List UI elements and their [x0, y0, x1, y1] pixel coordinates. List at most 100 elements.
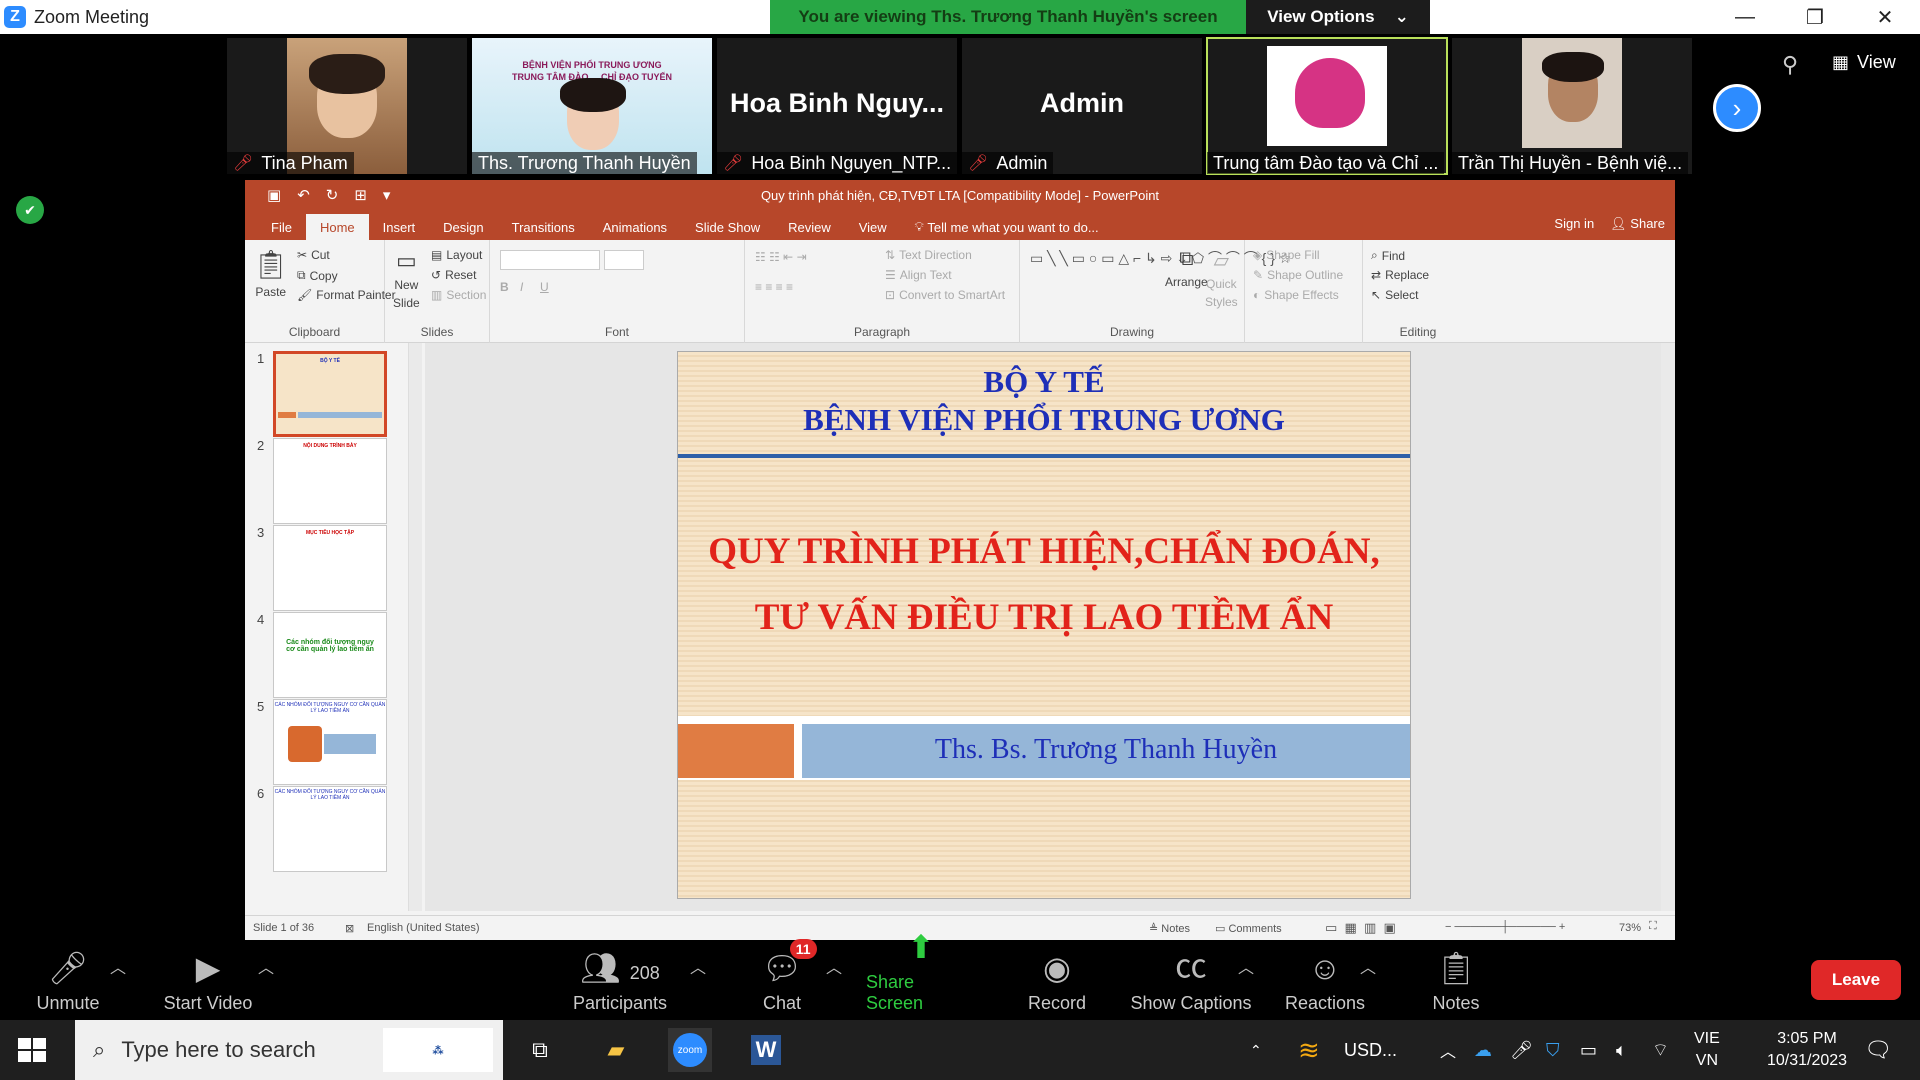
show-hidden-icons-icon[interactable]: ︿ — [1440, 1020, 1456, 1080]
leave-button[interactable]: Leave — [1811, 960, 1901, 1000]
tab-review[interactable]: Review — [774, 214, 845, 240]
zoom-level[interactable]: 73% — [1619, 922, 1641, 934]
slide-thumbnail[interactable]: MỤC TIÊU HỌC TẬP — [273, 525, 387, 611]
tab-home[interactable]: Home — [305, 214, 369, 240]
view-mode-icons[interactable]: ▭ ▦ ▥ ▣ — [1325, 920, 1396, 936]
underline-button[interactable]: U — [540, 280, 549, 294]
chat-caret-icon[interactable]: ︿ — [826, 954, 842, 978]
bullets-button[interactable]: ☷ ☷ ⇤ ⇥ — [755, 250, 807, 264]
notes-toggle[interactable]: ≜ Notes — [1149, 922, 1190, 935]
layout-button[interactable]: ▤ Layout — [431, 248, 482, 262]
slide-thumbnail[interactable]: Các nhóm đối tượng nguy cơ cần quản lý l… — [273, 612, 387, 698]
tab-slide-show[interactable]: Slide Show — [681, 214, 774, 240]
tab-design[interactable]: Design — [429, 214, 497, 240]
notes-button[interactable]: 📋︎ Notes — [1426, 940, 1486, 1020]
zoom-app-icon[interactable]: zoom — [668, 1028, 712, 1072]
share-screen-button[interactable]: ⬆ Share Screen — [866, 929, 976, 1020]
arrange-button[interactable]: ⧉ Arrange — [1165, 248, 1208, 289]
cut-button[interactable]: ✂ Cut — [297, 248, 330, 262]
word-app-icon[interactable]: W — [744, 1028, 788, 1072]
captions-caret-icon[interactable]: ︿ — [1238, 954, 1254, 978]
currency-widget[interactable]: USD... — [1344, 1020, 1397, 1080]
customize-icon[interactable]: ▾ — [383, 186, 391, 204]
battery-icon[interactable]: ▭ — [1580, 1020, 1597, 1080]
tab-transitions[interactable]: Transitions — [498, 214, 589, 240]
view-options-button[interactable]: View Options ⌄ — [1246, 0, 1430, 34]
file-explorer-icon[interactable]: ▰ — [594, 1028, 638, 1072]
redo-icon[interactable]: ↻ — [326, 186, 339, 204]
font-name-box[interactable] — [500, 250, 600, 270]
slide-thumbnail[interactable]: BỘ Y TẾ — [273, 351, 387, 437]
task-view-icon[interactable]: ⧉ — [518, 1028, 562, 1072]
slide-thumbnail[interactable]: NỘI DUNG TRÌNH BÀY — [273, 438, 387, 524]
participants-button[interactable]: 👥︎ 208 Participants — [565, 940, 675, 1020]
zoom-slider[interactable]: − ──────┼────── + — [1445, 921, 1565, 933]
windows-start-icon[interactable] — [12, 1032, 52, 1068]
convert-smartart-button[interactable]: ⊡ Convert to SmartArt — [885, 288, 1005, 302]
sign-in-link[interactable]: Sign in — [1554, 216, 1594, 232]
bold-button[interactable]: B — [500, 280, 509, 294]
close-button[interactable]: ✕ — [1850, 0, 1920, 34]
align-buttons[interactable]: ≡ ≡ ≡ ≡ — [755, 280, 793, 294]
participant-tile[interactable]: BỆNH VIỆN PHỔI TRUNG ƯƠNG TRUNG TÂM ĐÀO … — [472, 38, 712, 174]
font-size-box[interactable] — [604, 250, 644, 270]
tell-me-box[interactable]: 💡︎ Tell me what you want to do... — [901, 214, 1113, 240]
participant-tile[interactable]: Hoa Binh Nguy... 🎤︎ Hoa Binh Nguyen_NTP..… — [717, 38, 957, 174]
paste-button[interactable]: 📋︎ Paste — [253, 248, 289, 299]
shapes-gallery[interactable]: ▭ ╲ ╲ ▭ ○ ▭ △ ⌐ ↳ ⇨ ⇩ ⬠ ⌒ ⌒ ⌒ { } ☆ — [1030, 248, 1291, 268]
tab-file[interactable]: File — [257, 214, 306, 240]
defender-icon[interactable]: ⛉ — [1546, 1020, 1560, 1080]
view-button[interactable]: ▦ View — [1832, 52, 1896, 73]
save-icon[interactable]: ▣ — [267, 186, 281, 204]
shape-fill-button[interactable]: ◈ Shape Fill — [1253, 248, 1320, 262]
comments-toggle[interactable]: ▭ Comments — [1215, 922, 1282, 935]
shape-effects-button[interactable]: ◐ Shape Effects — [1253, 288, 1339, 302]
unmute-button[interactable]: 🎤︎ Unmute — [28, 940, 108, 1020]
new-slide-button[interactable]: ▭ New Slide — [393, 248, 420, 310]
slide-scrollbar[interactable] — [1661, 343, 1675, 911]
security-shield-icon[interactable]: ✔ — [16, 196, 44, 224]
tab-view[interactable]: View — [845, 214, 901, 240]
copy-button[interactable]: ⧉ Copy — [297, 268, 338, 283]
reactions-caret-icon[interactable]: ︿ — [1360, 954, 1376, 978]
tab-insert[interactable]: Insert — [369, 214, 430, 240]
language-label[interactable]: English (United States) — [367, 922, 480, 934]
current-slide[interactable]: BỘ Y TẾ BỆNH VIỆN PHỔI TRUNG ƯƠNG QUY TR… — [677, 351, 1411, 899]
find-button[interactable]: ⌕ Find — [1371, 248, 1405, 263]
wifi-icon[interactable]: ⌔ — [1652, 1020, 1669, 1080]
onedrive-icon[interactable]: ☁ — [1474, 1020, 1492, 1080]
record-button[interactable]: ◉ Record — [1020, 940, 1094, 1020]
start-video-button[interactable]: ▶︎ Start Video — [158, 940, 258, 1020]
slide-thumbnails-pane[interactable]: 1 BỘ Y TẾ 2 NỘI DUNG TRÌNH BÀY 3 MỤC TIÊ… — [245, 343, 425, 911]
show-captions-button[interactable]: ㏄ Show Captions — [1126, 940, 1256, 1020]
format-painter-button[interactable]: 🖌︎ Format Painter — [297, 288, 396, 302]
tab-animations[interactable]: Animations — [589, 214, 681, 240]
volume-icon[interactable]: 🔈︎ — [1616, 1020, 1627, 1080]
switch-camera-icon[interactable]: ⚲ — [1782, 52, 1798, 78]
participant-tile[interactable]: Trần Thị Huyền - Bệnh việ... — [1452, 38, 1692, 174]
align-text-button[interactable]: ☰ Align Text — [885, 268, 952, 282]
restore-button[interactable]: ❐ — [1780, 0, 1850, 34]
microphone-icon[interactable]: 🎤︎ — [1510, 1020, 1533, 1080]
fit-slide-icon[interactable]: ⛶ — [1649, 920, 1657, 933]
minimize-button[interactable]: — — [1710, 0, 1780, 34]
text-direction-button[interactable]: ⇅ Text Direction — [885, 248, 972, 262]
taskbar-search-box[interactable]: ⌕ Type here to search ⁂ — [75, 1020, 503, 1080]
quick-styles-button[interactable]: ▱ Quick Styles — [1205, 248, 1238, 309]
share-button[interactable]: 👤︎ Share — [1610, 216, 1665, 232]
notification-center-icon[interactable]: 🗨︎ — [1864, 1020, 1892, 1080]
chat-button[interactable]: 💬︎ 11 Chat — [750, 939, 817, 1020]
italic-button[interactable]: I — [520, 280, 523, 294]
video-options-caret-icon[interactable]: ︿ — [258, 954, 274, 978]
shape-outline-button[interactable]: ✎ Shape Outline — [1253, 268, 1343, 282]
next-page-arrow-icon[interactable]: › — [1713, 84, 1761, 132]
select-button[interactable]: ↖ Select — [1371, 288, 1418, 302]
participants-caret-icon[interactable]: ︿ — [690, 954, 706, 978]
section-button[interactable]: ▥ Section — [431, 288, 486, 302]
participant-tile[interactable]: 🎤︎ Tina Pham — [227, 38, 467, 174]
undo-icon[interactable]: ↶ — [297, 186, 310, 204]
reset-button[interactable]: ↺ Reset — [431, 268, 476, 282]
replace-button[interactable]: ⇄ Replace — [1371, 268, 1429, 282]
slide-thumbnail[interactable]: CÁC NHÓM ĐỐI TƯỢNG NGUY CƠ CẦN QUẢN LÝ L… — [273, 786, 387, 872]
thumbnails-scrollbar[interactable] — [408, 343, 422, 911]
